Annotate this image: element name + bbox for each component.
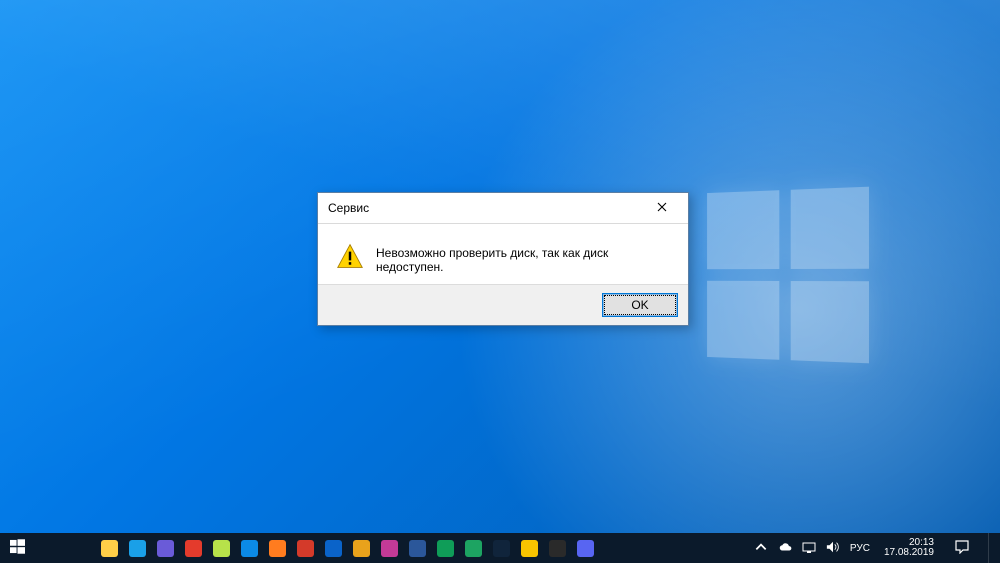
taskbar-app-opera[interactable] (180, 535, 206, 561)
taskbar-app-app7[interactable] (432, 535, 458, 561)
tray-chevron-up[interactable] (754, 540, 768, 557)
close-button[interactable] (642, 194, 682, 222)
dialog-titlebar[interactable]: Сервис (318, 193, 688, 224)
taskbar-app-app1[interactable] (124, 535, 150, 561)
app5-icon (325, 540, 342, 557)
taskbar-app-discord[interactable] (572, 535, 598, 561)
windows-icon (10, 539, 25, 557)
action-center-button[interactable] (948, 540, 976, 557)
taskbar-app-app5[interactable] (320, 535, 346, 561)
chevron-up-icon (754, 540, 768, 557)
taskbar-app-ccleaner[interactable] (348, 535, 374, 561)
clock-date: 17.08.2019 (884, 548, 934, 559)
taskbar-app-explorer[interactable] (96, 535, 122, 561)
volume-icon (826, 540, 840, 557)
discord-icon (577, 540, 594, 557)
tray-network[interactable] (802, 540, 816, 557)
firefox-icon (269, 540, 286, 557)
dialog-body: Невозможно проверить диск, так как диск … (318, 224, 688, 284)
taskbar-app-firefox[interactable] (264, 535, 290, 561)
clock[interactable]: 20:13 17.08.2019 (880, 538, 938, 559)
cloud-icon (778, 540, 792, 557)
pinned-apps (94, 535, 598, 561)
taskbar-app-obs[interactable] (544, 535, 570, 561)
taskbar-app-app4[interactable] (292, 535, 318, 561)
app3-icon (241, 540, 258, 557)
taskbar-app-word[interactable] (404, 535, 430, 561)
ok-button[interactable]: OK (602, 293, 678, 317)
dialog-message: Невозможно проверить диск, так как диск … (376, 242, 672, 274)
potplayer-icon (521, 540, 538, 557)
obs-icon (549, 540, 566, 557)
word-icon (409, 540, 426, 557)
tray-onedrive[interactable] (778, 540, 792, 557)
taskbar-app-app2[interactable] (152, 535, 178, 561)
show-desktop-button[interactable] (988, 533, 994, 563)
start-button[interactable] (0, 533, 34, 563)
windows-logo (707, 187, 869, 364)
taskbar-app-chrome[interactable] (460, 535, 486, 561)
system-tray: РУС 20:13 17.08.2019 (744, 533, 1000, 563)
app7-icon (437, 540, 454, 557)
notification-icon (955, 540, 969, 557)
steam-icon (493, 540, 510, 557)
app2-icon (157, 540, 174, 557)
explorer-icon (101, 540, 118, 557)
task-view-button[interactable] (64, 542, 94, 554)
taskbar-app-potplayer[interactable] (516, 535, 542, 561)
app6-icon (381, 540, 398, 557)
warning-icon (336, 242, 364, 270)
tray-language[interactable]: РУС (850, 543, 870, 554)
dialog-title: Сервис (328, 201, 642, 215)
dialog-button-row: OK (318, 284, 688, 325)
chrome-icon (465, 540, 482, 557)
taskbar-app-steam[interactable] (488, 535, 514, 561)
opera-icon (185, 540, 202, 557)
app1-icon (129, 540, 146, 557)
tray-volume[interactable] (826, 540, 840, 557)
error-dialog: Сервис Невозможно проверить диск, так ка… (317, 192, 689, 326)
npp-icon (213, 540, 230, 557)
taskbar-app-npp[interactable] (208, 535, 234, 561)
taskbar-app-app6[interactable] (376, 535, 402, 561)
close-icon (657, 201, 667, 215)
search-button[interactable] (34, 542, 64, 554)
network-icon (802, 540, 816, 557)
taskbar: РУС 20:13 17.08.2019 (0, 533, 1000, 563)
ccleaner-icon (353, 540, 370, 557)
taskbar-app-app3[interactable] (236, 535, 262, 561)
app4-icon (297, 540, 314, 557)
